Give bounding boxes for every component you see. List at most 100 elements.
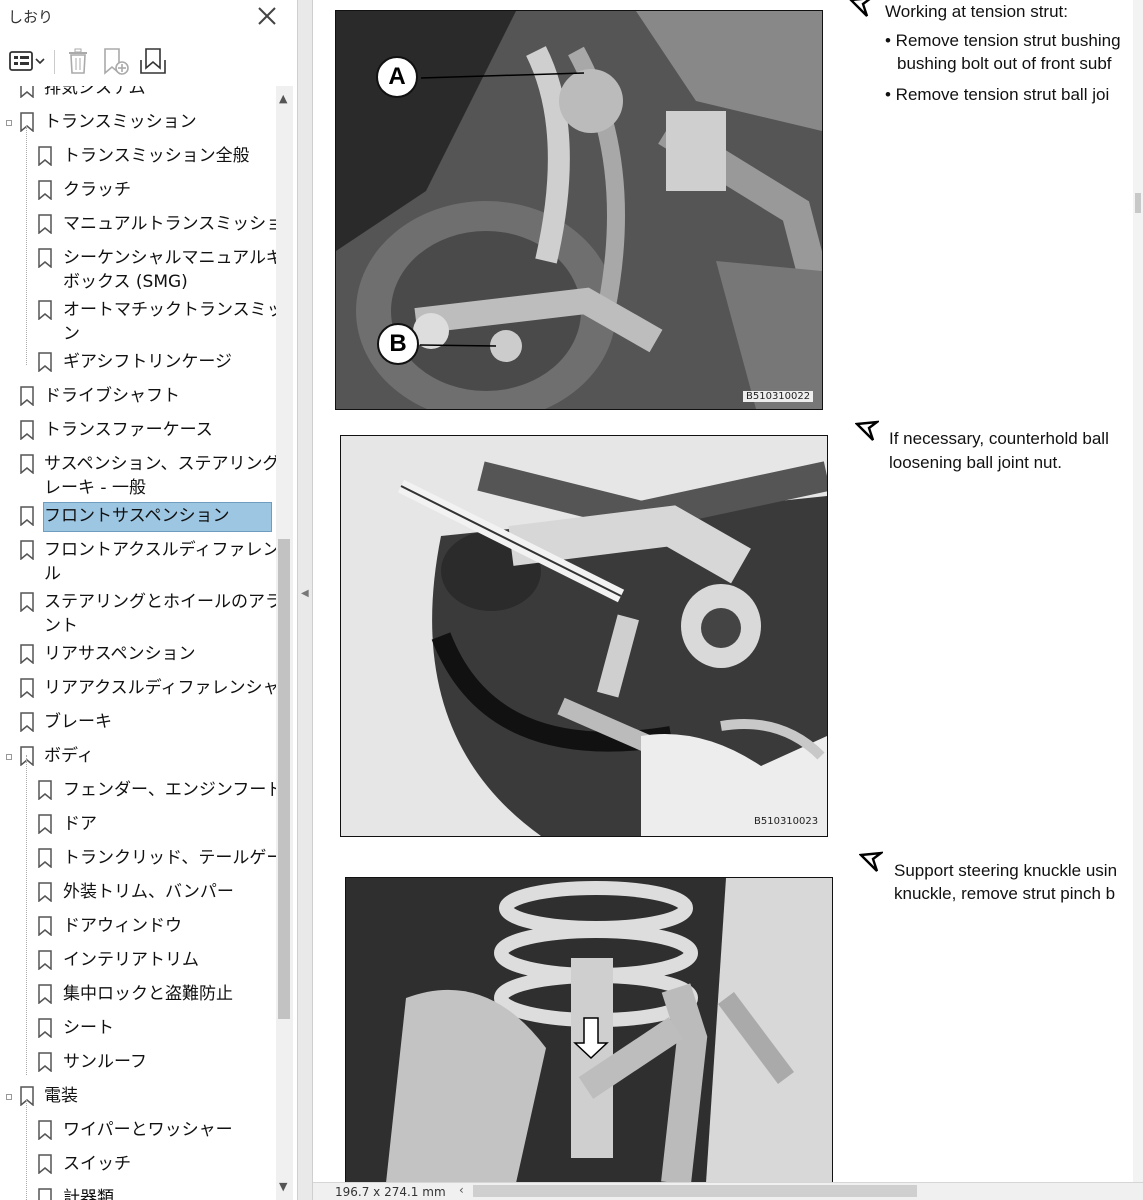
expand-toggle-icon[interactable] — [6, 1094, 12, 1100]
figure-3 — [345, 877, 833, 1182]
scroll-left-icon[interactable]: ‹ — [459, 1183, 464, 1197]
bookmark-label: トランスミッション全般 — [63, 146, 250, 166]
bookmark-item[interactable]: 計器類 — [0, 1184, 276, 1200]
bookmark-label: マニュアルトランスミッション — [63, 214, 276, 234]
bookmark-icon — [38, 916, 52, 936]
delete-bookmark-icon[interactable] — [64, 46, 92, 76]
expand-toggle-icon[interactable] — [6, 120, 12, 126]
bookmark-icon — [20, 644, 34, 664]
bookmark-label: ドアウィンドウ — [63, 916, 182, 936]
callout-b: B — [377, 323, 419, 365]
expand-toggle-icon[interactable] — [6, 754, 12, 760]
bookmark-item[interactable]: ステアリングとホイールのアライメント — [0, 588, 276, 640]
collapse-panel-icon[interactable]: ◀ — [301, 588, 309, 599]
bookmark-label: シート — [63, 1018, 114, 1038]
bookmark-item[interactable]: 集中ロックと盗難防止 — [0, 980, 276, 1014]
bookmark-icon — [20, 454, 34, 474]
step-text: Working at tension strut: — [885, 2, 1068, 21]
bookmark-item[interactable]: トランクリッド、テールゲート — [0, 844, 276, 878]
scroll-down-icon[interactable]: ▼ — [279, 1180, 287, 1193]
bookmark-label: オートマチックトランスミッショ — [63, 300, 276, 320]
step-text: • Remove tension strut bushing — [885, 31, 1121, 50]
figure-1: A B B510310022 — [335, 10, 823, 410]
bookmark-item[interactable]: フロントサスペンション — [0, 502, 276, 536]
bookmark-icon — [38, 1052, 52, 1072]
bookmark-item[interactable]: ドライブシャフト — [0, 382, 276, 416]
bookmark-item[interactable]: ボディ — [0, 742, 276, 776]
bookmark-item[interactable]: トランスミッション全般 — [0, 142, 276, 176]
bookmark-label: クラッチ — [63, 180, 131, 200]
bookmark-label: ワイパーとワッシャー — [63, 1120, 233, 1140]
bookmark-label: サンルーフ — [63, 1052, 147, 1072]
bookmark-icon — [38, 1154, 52, 1174]
bookmark-item[interactable]: オートマチックトランスミッション — [0, 296, 276, 348]
step-arrow-icon — [855, 420, 879, 441]
bookmark-item[interactable]: シート — [0, 1014, 276, 1048]
bookmark-label: 電装 — [44, 1086, 78, 1106]
bookmark-item[interactable]: リアアクスルディファレンシャル — [0, 674, 276, 708]
bookmark-label: サスペンション、ステアリング、ブ — [44, 454, 276, 474]
step-text: • Remove tension strut ball joi — [885, 85, 1110, 104]
bookmark-item[interactable]: クラッチ — [0, 176, 276, 210]
bookmark-item[interactable]: ドアウィンドウ — [0, 912, 276, 946]
bookmark-item[interactable]: マニュアルトランスミッション — [0, 210, 276, 244]
step-text: If necessary, counterhold ball — [889, 429, 1109, 448]
bookmark-item[interactable]: リアサスペンション — [0, 640, 276, 674]
bookmark-label: シーケンシャルマニュアルギア — [63, 248, 276, 268]
bookmark-label: ドア — [63, 814, 97, 834]
bookmark-icon — [38, 984, 52, 1004]
bookmark-item[interactable]: インテリアトリム — [0, 946, 276, 980]
bookmark-item[interactable]: サスペンション、ステアリング、ブレーキ - 一般 — [0, 450, 276, 502]
bookmarks-panel-title: しおり — [8, 8, 54, 26]
bookmark-item[interactable]: スイッチ — [0, 1150, 276, 1184]
bookmark-icon — [20, 506, 34, 526]
bookmark-label: ボディ — [44, 746, 94, 766]
bookmark-item[interactable]: サンルーフ — [0, 1048, 276, 1082]
document-view: A B B510310022 B510310023 Working at ten… — [313, 0, 1143, 1182]
step-text: bushing bolt out of front subf — [897, 54, 1112, 73]
bookmark-label: リアサスペンション — [44, 644, 196, 664]
bookmark-label-continued: ル — [44, 564, 61, 584]
bookmark-item[interactable]: 電装 — [0, 1082, 276, 1116]
scrollbar-thumb[interactable] — [1135, 193, 1141, 213]
bookmark-item[interactable]: フロントアクスルディファレンシャル — [0, 536, 276, 588]
document-scrollbar[interactable] — [1133, 0, 1143, 1182]
horizontal-scrollbar-thumb[interactable] — [473, 1185, 917, 1197]
close-icon[interactable] — [254, 3, 280, 29]
callout-a: A — [376, 56, 418, 98]
bookmark-item[interactable]: トランスファーケース — [0, 416, 276, 450]
bookmark-item[interactable]: フェンダー、エンジンフード — [0, 776, 276, 810]
bookmark-icon — [38, 1120, 52, 1140]
bookmark-icon — [20, 592, 34, 612]
bookmark-item[interactable]: シーケンシャルマニュアルギアボックス (SMG) — [0, 244, 276, 296]
bookmark-icon — [20, 678, 34, 698]
bookmark-label: トランスミッション — [44, 112, 197, 132]
bookmark-label: フェンダー、エンジンフード — [63, 780, 276, 800]
bookmarks-scrollbar[interactable]: ▲ ▼ — [276, 86, 293, 1200]
panel-splitter[interactable]: ◀ — [297, 0, 313, 1200]
bookmark-item[interactable]: トランスミッション — [0, 108, 276, 142]
bookmark-label: 計器類 — [63, 1188, 114, 1200]
bookmark-label: 排気システム — [44, 86, 146, 98]
bookmark-label: ギアシフトリンケージ — [63, 352, 232, 372]
bookmark-label: フロントサスペンション — [44, 506, 230, 526]
options-menu-icon[interactable] — [8, 46, 46, 76]
scroll-up-icon[interactable]: ▲ — [279, 92, 287, 105]
bookmark-label: ステアリングとホイールのアライメ — [44, 592, 276, 612]
bookmark-item[interactable]: ドア — [0, 810, 276, 844]
scrollbar-thumb[interactable] — [278, 539, 290, 1019]
step-arrow-icon — [849, 0, 871, 17]
bookmark-label: 集中ロックと盗難防止 — [63, 984, 233, 1004]
bookmark-item[interactable]: ギアシフトリンケージ — [0, 348, 276, 382]
step-text: loosening ball joint nut. — [889, 453, 1062, 472]
bookmark-label: スイッチ — [63, 1154, 131, 1174]
bookmark-item[interactable]: ブレーキ — [0, 708, 276, 742]
bookmark-item[interactable]: 外装トリム、バンパー — [0, 878, 276, 912]
bookmark-item-cut[interactable]: 排気システム — [0, 86, 276, 104]
new-bookmark-icon[interactable] — [100, 46, 130, 76]
bookmark-icon — [20, 712, 34, 732]
expand-bookmark-icon[interactable] — [138, 46, 168, 76]
bookmark-label: 外装トリム、バンパー — [63, 882, 234, 902]
bookmark-icon — [38, 1188, 52, 1200]
bookmark-item[interactable]: ワイパーとワッシャー — [0, 1116, 276, 1150]
